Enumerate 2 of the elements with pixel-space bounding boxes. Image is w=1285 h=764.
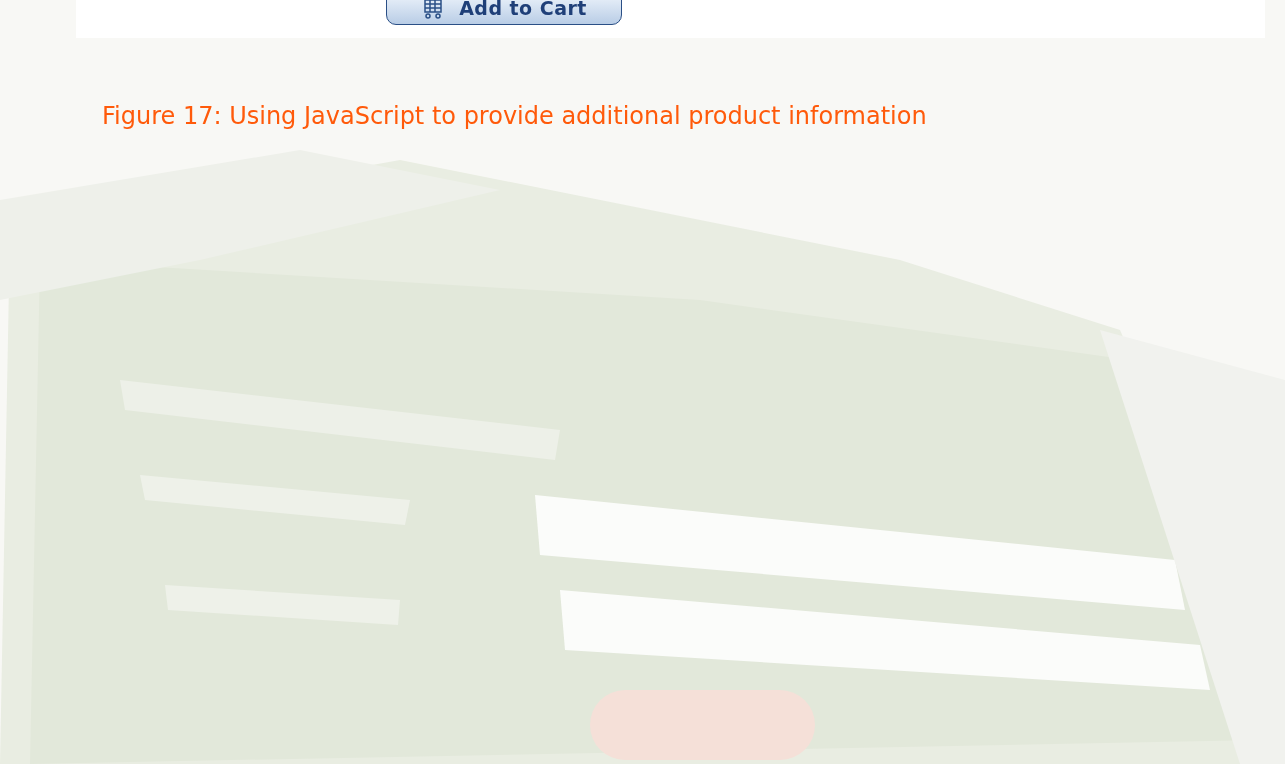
add-to-cart-button[interactable]: Add to Cart — [386, 0, 622, 25]
figure-caption: Figure 17: Using JavaScript to provide additional product information — [102, 104, 928, 128]
